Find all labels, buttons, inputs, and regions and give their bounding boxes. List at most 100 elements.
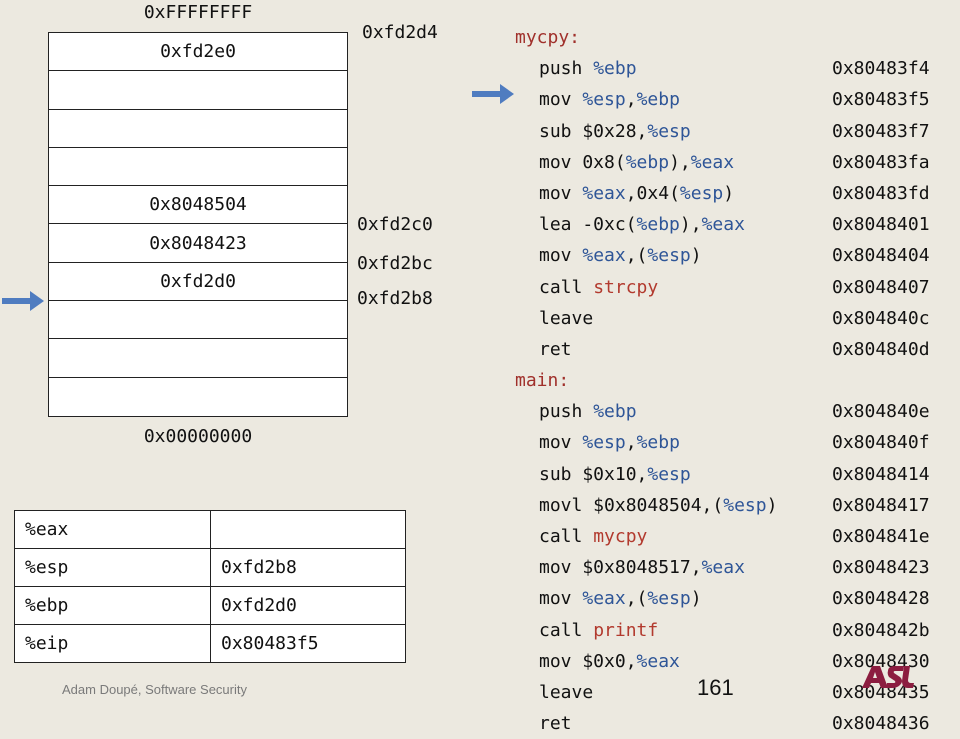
code-line: sub $0x28,%esp 0x80483f7 bbox=[515, 116, 955, 147]
stack-top-address: 0xFFFFFFFF bbox=[143, 2, 253, 23]
stack-cell bbox=[49, 378, 347, 416]
function-name: printf bbox=[593, 619, 659, 641]
register-row: %ebp 0xfd2d0 bbox=[14, 586, 406, 625]
instruction: sub $0x10,%esp bbox=[539, 463, 691, 485]
instruction: movl $0x8048504,(%esp) bbox=[539, 494, 778, 516]
function-label: main: bbox=[515, 370, 570, 392]
arrow-right-icon bbox=[472, 84, 514, 104]
register-row: %eip 0x80483f5 bbox=[14, 624, 406, 663]
instruction: leave bbox=[539, 307, 594, 329]
register-token: %eax bbox=[701, 557, 745, 579]
stack-cell bbox=[49, 71, 347, 110]
instruction-address: 0x8048428 bbox=[832, 588, 930, 610]
stack-address-label: 0xfd2c0 bbox=[357, 214, 433, 235]
code-line: call printf 0x804842b bbox=[515, 615, 955, 646]
register-name: %eip bbox=[14, 624, 211, 663]
register-name: %esp bbox=[14, 548, 211, 587]
instruction: mov %eax,(%esp) bbox=[539, 588, 702, 610]
code-line: push %ebp 0x80483f4 bbox=[515, 53, 955, 84]
register-token: %eax bbox=[701, 214, 745, 236]
instruction: call strcpy bbox=[539, 276, 659, 298]
registers-table: %eax %esp 0xfd2b8 %ebp 0xfd2d0 %eip 0x80… bbox=[14, 510, 406, 663]
code-line: mov %eax,(%esp) 0x8048428 bbox=[515, 583, 955, 614]
instruction-address: 0x8048423 bbox=[832, 557, 930, 579]
instruction: leave bbox=[539, 681, 594, 703]
instruction: mov %esp,%ebp bbox=[539, 89, 680, 111]
code-line: mov %esp,%ebp 0x80483f5 bbox=[515, 84, 955, 115]
stack-address-label: 0xfd2bc bbox=[357, 253, 433, 274]
instruction: mov %eax,0x4(%esp) bbox=[539, 182, 735, 204]
register-row: %eax bbox=[14, 510, 406, 549]
instruction-address: 0x80483f4 bbox=[832, 58, 930, 80]
register-value: 0x80483f5 bbox=[210, 624, 406, 663]
code-line: ret 0x804840d bbox=[515, 334, 955, 365]
code-line: mov $0x8048517,%eax 0x8048423 bbox=[515, 552, 955, 583]
code-line: mov %eax,0x4(%esp) 0x80483fd bbox=[515, 178, 955, 209]
code-line: movl $0x8048504,(%esp) 0x8048417 bbox=[515, 490, 955, 521]
register-value: 0xfd2b8 bbox=[210, 548, 406, 587]
stack-cell: 0x8048504 bbox=[49, 186, 347, 225]
instruction: sub $0x28,%esp bbox=[539, 120, 691, 142]
stack-cell: 0xfd2d0 bbox=[49, 263, 347, 302]
stack-cell bbox=[49, 339, 347, 378]
stack-cell: 0xfd2e0 bbox=[49, 33, 347, 72]
instruction-address: 0x80483fd bbox=[832, 182, 930, 204]
register-token: %esp bbox=[647, 120, 691, 142]
code-line: ret 0x8048436 bbox=[515, 708, 955, 739]
register-token: %eax bbox=[636, 650, 680, 672]
stack-bottom-address: 0x00000000 bbox=[143, 426, 253, 447]
instruction-address: 0x80483f5 bbox=[832, 89, 930, 111]
assembly-listing: mycpy: push %ebp 0x80483f4 mov %esp,%ebp 0x8… bbox=[515, 22, 955, 739]
instruction-address: 0x80483f7 bbox=[832, 120, 930, 142]
instruction-address: 0x804840d bbox=[832, 338, 930, 360]
instruction: ret bbox=[539, 338, 572, 360]
stack-address-label: 0xfd2d4 bbox=[362, 22, 438, 43]
instruction-address: 0x80483fa bbox=[832, 151, 930, 173]
arrow-right-icon bbox=[2, 291, 44, 311]
instruction-address: 0x8048414 bbox=[832, 463, 930, 485]
code-line: lea -0xc(%ebp),%eax 0x8048401 bbox=[515, 209, 955, 240]
instruction: mov 0x8(%ebp),%eax bbox=[539, 151, 735, 173]
function-name: mycpy bbox=[593, 526, 648, 547]
instruction: mov %eax,(%esp) bbox=[539, 245, 702, 267]
register-token: %ebp bbox=[636, 214, 680, 236]
instruction-address: 0x804842b bbox=[832, 619, 930, 641]
register-name: %eax bbox=[14, 510, 211, 549]
instruction: mov $0x8048517,%eax bbox=[539, 557, 745, 579]
instruction: push %ebp bbox=[539, 401, 637, 423]
instruction: lea -0xc(%ebp),%eax bbox=[539, 214, 745, 236]
instruction: call printf bbox=[539, 619, 659, 641]
code-line: sub $0x10,%esp 0x8048414 bbox=[515, 459, 955, 490]
register-token: %esp bbox=[582, 89, 626, 111]
register-token: %ebp bbox=[636, 89, 680, 111]
stack-cell: 0x8048423 bbox=[49, 224, 347, 263]
stack-address-label: 0xfd2b8 bbox=[357, 288, 433, 309]
stack-diagram: 0xfd2e0 0x8048504 0x8048423 0xfd2d0 bbox=[48, 32, 348, 417]
stack-cell bbox=[49, 110, 347, 148]
register-token: %eax bbox=[582, 588, 626, 610]
register-value bbox=[210, 510, 406, 549]
instruction-address: 0x8048407 bbox=[832, 276, 930, 298]
register-token: %esp bbox=[647, 245, 691, 267]
function-label: mycpy: bbox=[515, 27, 581, 48]
code-line: call strcpy 0x8048407 bbox=[515, 272, 955, 303]
register-token: %eax bbox=[582, 182, 626, 204]
code-line: call mycpy 0x804841e bbox=[515, 521, 955, 552]
code-line: mov %eax,(%esp) 0x8048404 bbox=[515, 240, 955, 271]
instruction-address: 0x804840e bbox=[832, 401, 930, 423]
instruction-address: 0x8048404 bbox=[832, 245, 930, 267]
register-token: %esp bbox=[647, 463, 691, 485]
register-token: %esp bbox=[582, 432, 626, 454]
code-line: push %ebp 0x804840e bbox=[515, 396, 955, 427]
instruction: call mycpy bbox=[539, 526, 648, 547]
register-token: %ebp bbox=[625, 151, 670, 173]
register-name: %ebp bbox=[14, 586, 211, 625]
register-token: %esp bbox=[679, 182, 724, 204]
register-token: %ebp bbox=[593, 58, 637, 80]
instruction-address: 0x8048436 bbox=[832, 713, 930, 735]
register-row: %esp 0xfd2b8 bbox=[14, 548, 406, 587]
instruction: ret bbox=[539, 713, 572, 735]
register-token: %eax bbox=[582, 245, 626, 267]
register-token: %esp bbox=[723, 494, 767, 516]
instruction: mov $0x0,%eax bbox=[539, 650, 680, 672]
